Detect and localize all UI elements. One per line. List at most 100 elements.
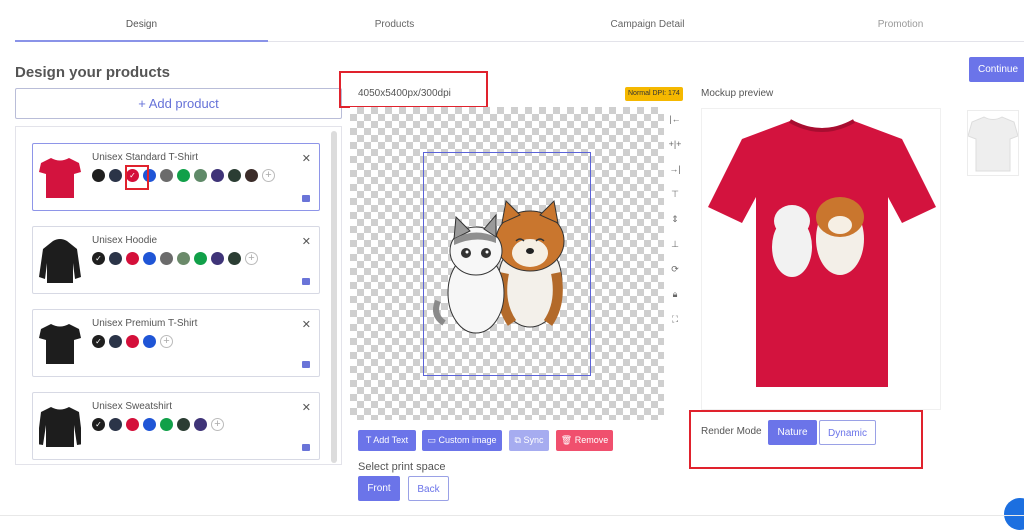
product-name: Unisex Sweatshirt bbox=[92, 401, 173, 412]
add-product-label: + Add product bbox=[138, 96, 219, 111]
color-swatch[interactable] bbox=[109, 169, 122, 182]
close-icon[interactable]: ✕ bbox=[302, 235, 311, 248]
tab-design[interactable]: Design bbox=[15, 0, 268, 42]
lock-icon[interactable]: 🔒︎ bbox=[664, 282, 686, 307]
image-icon[interactable] bbox=[302, 278, 310, 285]
sync-button[interactable]: ⧉ Sync bbox=[509, 430, 549, 451]
front-button[interactable]: Front bbox=[358, 476, 400, 501]
chat-bubble-icon[interactable] bbox=[1004, 498, 1024, 530]
color-swatch[interactable] bbox=[228, 169, 241, 182]
product-thumbnail bbox=[39, 239, 81, 283]
product-card[interactable]: Unisex Standard T-Shirt ✕ ✓ + bbox=[32, 143, 320, 211]
align-left-icon[interactable]: |← bbox=[664, 107, 686, 132]
add-text-button[interactable]: T Add Text bbox=[358, 430, 416, 451]
product-card[interactable]: Unisex Hoodie ✕ ✓ + bbox=[32, 226, 320, 294]
add-color-icon[interactable]: + bbox=[211, 418, 224, 431]
sync-label: Sync bbox=[523, 435, 544, 445]
color-swatch[interactable] bbox=[211, 252, 224, 265]
color-swatch[interactable] bbox=[228, 252, 241, 265]
color-swatch[interactable] bbox=[245, 169, 258, 182]
color-swatch[interactable] bbox=[92, 169, 105, 182]
align-top-icon[interactable]: ⊤ bbox=[664, 182, 686, 207]
color-swatch[interactable] bbox=[177, 252, 190, 265]
color-swatches: ✓ + bbox=[92, 335, 173, 348]
check-icon: ✓ bbox=[95, 420, 102, 429]
align-right-icon[interactable]: →| bbox=[664, 157, 686, 182]
color-swatch[interactable] bbox=[109, 252, 122, 265]
canvas-dimensions: 4050x5400px/300dpi bbox=[358, 88, 451, 99]
remove-label: Remove bbox=[574, 435, 609, 445]
product-name: Unisex Standard T-Shirt bbox=[92, 152, 198, 163]
render-mode-label: Render Mode bbox=[701, 426, 762, 437]
color-swatch[interactable] bbox=[126, 252, 139, 265]
nature-mode-button[interactable]: Nature bbox=[768, 420, 817, 445]
align-center-v-icon[interactable]: ⇕ bbox=[664, 207, 686, 232]
align-bottom-icon[interactable]: ⊥ bbox=[664, 232, 686, 257]
color-swatch[interactable]: ✓ bbox=[92, 418, 105, 431]
product-list-scrollbar[interactable] bbox=[331, 131, 337, 463]
close-icon[interactable]: ✕ bbox=[302, 401, 311, 414]
alignment-toolbar: |← +|+ →| ⊤ ⇕ ⊥ ⟳ 🔒︎ ⛶ bbox=[664, 107, 686, 327]
close-icon[interactable]: ✕ bbox=[302, 318, 311, 331]
print-area[interactable] bbox=[423, 152, 591, 376]
color-swatches: ✓ + bbox=[92, 252, 258, 265]
color-swatch[interactable] bbox=[160, 418, 173, 431]
product-card[interactable]: Unisex Premium T-Shirt ✕ ✓ + bbox=[32, 309, 320, 377]
dpi-badge: Normal DPI: 174 bbox=[625, 87, 683, 101]
add-color-icon[interactable]: + bbox=[262, 169, 275, 182]
product-card[interactable]: Unisex Sweatshirt ✕ ✓ + bbox=[32, 392, 320, 460]
back-button[interactable]: Back bbox=[408, 476, 449, 501]
print-space-label: Select print space bbox=[358, 461, 446, 473]
color-swatch[interactable] bbox=[177, 169, 190, 182]
cats-artwork[interactable] bbox=[424, 153, 589, 374]
tab-products[interactable]: Products bbox=[268, 0, 521, 42]
color-swatch[interactable] bbox=[211, 169, 224, 182]
rotate-icon[interactable]: ⟳ bbox=[664, 257, 686, 282]
align-center-h-icon[interactable]: +|+ bbox=[664, 132, 686, 157]
color-swatch[interactable] bbox=[160, 169, 173, 182]
step-tabs: Design Products Campaign Detail Promotio… bbox=[15, 0, 1024, 42]
color-swatch[interactable]: ✓ bbox=[92, 335, 105, 348]
color-swatch[interactable] bbox=[194, 418, 207, 431]
color-swatch[interactable] bbox=[143, 418, 156, 431]
product-name: Unisex Premium T-Shirt bbox=[92, 318, 198, 329]
color-swatches: ✓ + bbox=[92, 418, 224, 431]
color-swatch[interactable]: ✓ bbox=[92, 252, 105, 265]
tab-promotion[interactable]: Promotion bbox=[774, 0, 1024, 42]
add-color-icon[interactable]: + bbox=[160, 335, 173, 348]
custom-image-label: Custom image bbox=[438, 435, 497, 445]
tab-campaign-detail[interactable]: Campaign Detail bbox=[521, 0, 774, 42]
remove-button[interactable]: 🗑︎ Remove bbox=[556, 430, 613, 451]
mockup-thumbnail[interactable] bbox=[967, 110, 1019, 176]
color-swatch[interactable] bbox=[143, 252, 156, 265]
add-product-button[interactable]: + Add product bbox=[15, 88, 342, 119]
product-list: Unisex Standard T-Shirt ✕ ✓ + Unisex Hoodie ✕… bbox=[15, 126, 342, 465]
color-swatch[interactable] bbox=[160, 252, 173, 265]
highlight-selected-color bbox=[125, 165, 149, 190]
product-name: Unisex Hoodie bbox=[92, 235, 158, 246]
color-swatch[interactable] bbox=[109, 418, 122, 431]
color-swatch[interactable] bbox=[177, 418, 190, 431]
fullscreen-icon[interactable]: ⛶ bbox=[664, 307, 686, 332]
custom-image-button[interactable]: ▭ Custom image bbox=[422, 430, 502, 451]
check-icon: ✓ bbox=[95, 254, 102, 263]
mockup-preview bbox=[701, 108, 941, 410]
close-icon[interactable]: ✕ bbox=[302, 152, 311, 165]
color-swatch[interactable] bbox=[194, 169, 207, 182]
image-icon[interactable] bbox=[302, 361, 310, 368]
color-swatches: ✓ + bbox=[92, 169, 275, 182]
tshirt-mockup bbox=[708, 119, 936, 387]
color-swatch[interactable] bbox=[126, 418, 139, 431]
dynamic-mode-button[interactable]: Dynamic bbox=[819, 420, 876, 445]
image-icon[interactable] bbox=[302, 195, 310, 202]
color-swatch[interactable] bbox=[126, 335, 139, 348]
page-title: Design your products bbox=[15, 64, 171, 81]
color-swatch[interactable] bbox=[143, 335, 156, 348]
continue-button[interactable]: Continue bbox=[969, 57, 1024, 82]
add-color-icon[interactable]: + bbox=[245, 252, 258, 265]
product-thumbnail bbox=[39, 407, 81, 447]
color-swatch[interactable] bbox=[109, 335, 122, 348]
image-icon[interactable] bbox=[302, 444, 310, 451]
color-swatch[interactable] bbox=[194, 252, 207, 265]
trash-icon: 🗑︎ bbox=[560, 435, 575, 445]
